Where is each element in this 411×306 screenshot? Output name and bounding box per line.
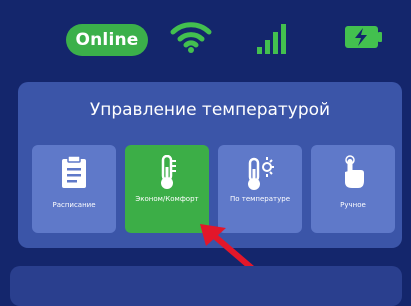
thermometer-icon xyxy=(125,155,209,191)
hand-pointer-icon xyxy=(311,155,395,189)
mode-manual-button[interactable]: Ручное xyxy=(311,145,395,233)
mode-manual-label: Ручное xyxy=(340,201,366,209)
online-status-badge: Online xyxy=(66,24,148,56)
status-bar: Online xyxy=(0,0,411,78)
mode-schedule-label: Расписание xyxy=(52,201,96,209)
battery-charging-icon xyxy=(345,26,382,48)
cell-signal-icon xyxy=(257,24,286,54)
online-status-label: Online xyxy=(75,30,139,50)
panel-title: Управление температурой xyxy=(89,100,331,120)
next-panel xyxy=(10,266,402,306)
schedule-clipboard-icon xyxy=(32,155,116,189)
thermometer-sun-icon xyxy=(218,155,302,191)
wifi-icon xyxy=(170,22,212,53)
mode-schedule-button[interactable]: Расписание xyxy=(32,145,116,233)
mode-eco-comfort-label: Эконом/Комфорт xyxy=(135,195,199,203)
mode-by-temperature-label: По температуре xyxy=(229,195,291,203)
